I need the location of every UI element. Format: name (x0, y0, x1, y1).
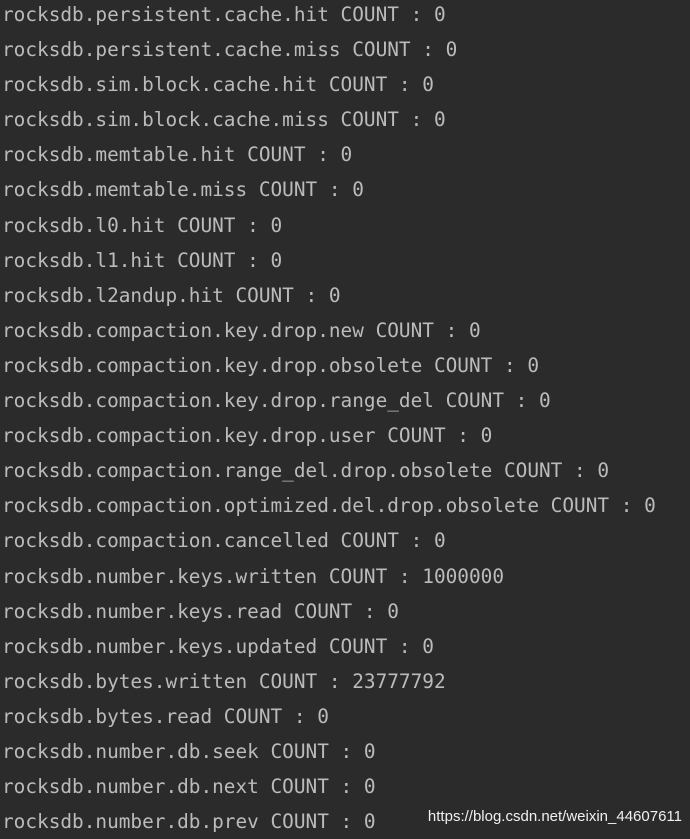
console-line: rocksdb.compaction.cancelled COUNT : 0 (2, 529, 446, 553)
console-line: rocksdb.l0.hit COUNT : 0 (2, 213, 283, 237)
console-line: rocksdb.compaction.optimized.del.drop.ob… (2, 494, 656, 518)
console-line: rocksdb.number.db.next COUNT : 0 (2, 775, 376, 799)
console-line: rocksdb.persistent.cache.hit COUNT : 0 (2, 3, 446, 26)
console-line: rocksdb.persistent.cache.miss COUNT : 0 (2, 38, 458, 62)
console-line: rocksdb.bytes.read COUNT : 0 (2, 704, 329, 728)
console-line: rocksdb.compaction.key.drop.obsolete COU… (2, 353, 540, 377)
console-line: rocksdb.compaction.key.drop.new COUNT : … (2, 318, 481, 342)
console-line: rocksdb.sim.block.cache.hit COUNT : 0 (2, 73, 434, 97)
console-line: rocksdb.memtable.hit COUNT : 0 (2, 143, 353, 167)
console-line: rocksdb.number.keys.updated COUNT : 0 (2, 634, 434, 658)
console-line: rocksdb.number.keys.read COUNT : 0 (2, 599, 399, 623)
console-output: rocksdb.persistent.cache.hit COUNT : 0 ro… (2, 0, 656, 839)
watermark: https://blog.csdn.net/weixin_44607611 (427, 808, 682, 825)
console-line: rocksdb.number.db.seek COUNT : 0 (2, 739, 376, 763)
console-line: rocksdb.l2andup.hit COUNT : 0 (2, 283, 341, 307)
console-line: rocksdb.compaction.key.drop.user COUNT :… (2, 424, 493, 448)
console-line: rocksdb.l1.hit COUNT : 0 (2, 248, 283, 272)
console-line: rocksdb.bytes.written COUNT : 23777792 (2, 669, 446, 693)
console-line: rocksdb.number.keys.written COUNT : 1000… (2, 564, 504, 588)
console-line: rocksdb.memtable.miss COUNT : 0 (2, 178, 364, 202)
console-line: rocksdb.sim.block.cache.miss COUNT : 0 (2, 108, 446, 132)
console-line: rocksdb.compaction.range_del.drop.obsole… (2, 459, 610, 483)
console-line: rocksdb.compaction.key.drop.range_del CO… (2, 389, 551, 413)
